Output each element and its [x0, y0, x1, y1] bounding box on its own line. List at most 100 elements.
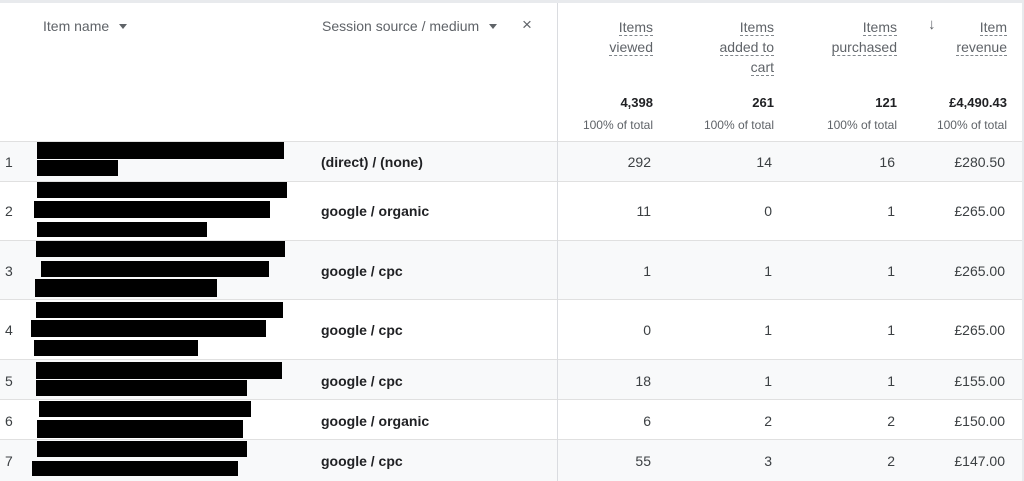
dimension-header-item-name-label: Item name — [43, 18, 110, 34]
session-source-cell: google / organic — [321, 203, 430, 219]
table-row[interactable]: 2 google / organic 11 0 1 £265.00 — [0, 181, 1022, 241]
redacted-item-name — [36, 302, 283, 318]
row-divider — [0, 439, 1024, 440]
session-source-cell: google / cpc — [321, 322, 403, 338]
redacted-item-name — [39, 401, 251, 417]
redacted-item-name — [37, 222, 207, 237]
table-row[interactable]: 6 google / organic 6 2 2 £150.00 — [0, 400, 1022, 440]
cell-items-viewed: 55 — [635, 453, 651, 469]
dimension-header-session-source[interactable]: Session source / medium — [322, 18, 498, 34]
cell-items-purchased: 1 — [887, 373, 895, 389]
sort-descending-arrow-icon[interactable]: ↓ — [928, 16, 936, 33]
metric-header-label-line: cart — [750, 59, 774, 76]
row-divider — [0, 399, 1024, 400]
dimension-metric-divider — [557, 3, 558, 481]
row-divider — [0, 141, 1024, 142]
redacted-item-name — [35, 279, 217, 297]
cell-items-purchased: 16 — [879, 154, 895, 170]
cell-item-revenue: £265.00 — [954, 203, 1005, 219]
table-row[interactable]: 1 (direct) / (none) 292 14 16 £280.50 — [0, 142, 1022, 181]
cell-items-purchased: 1 — [887, 203, 895, 219]
cell-item-revenue: £150.00 — [954, 413, 1005, 429]
metric-header-items-purchased[interactable]: Items purchased — [831, 17, 897, 57]
metric-header-items-added-to-cart[interactable]: Items added to cart — [719, 17, 774, 77]
cell-items-viewed: 18 — [635, 373, 651, 389]
row-number: 6 — [5, 413, 13, 429]
metric-header-item-revenue[interactable]: Item revenue — [956, 17, 1007, 57]
redacted-item-name — [37, 420, 243, 438]
redacted-item-name — [37, 142, 284, 159]
session-source-cell: google / organic — [321, 413, 430, 429]
row-divider — [0, 359, 1024, 360]
metric-header-label-line: added to — [719, 39, 774, 56]
metric-header-label-line: purchased — [831, 39, 897, 56]
redacted-item-name — [32, 461, 238, 476]
cell-items-purchased: 2 — [887, 413, 895, 429]
row-number: 4 — [5, 322, 13, 338]
total-item-revenue: £4,490.43 — [949, 95, 1007, 110]
cell-item-revenue: £155.00 — [954, 373, 1005, 389]
cell-items-viewed: 1 — [643, 263, 651, 279]
session-source-cell: google / cpc — [321, 373, 403, 389]
total-percent-label: 100% of total — [582, 118, 653, 132]
total-percent-label: 100% of total — [826, 118, 897, 132]
metric-header-items-viewed[interactable]: Items viewed — [609, 17, 653, 57]
redacted-item-name — [36, 380, 247, 396]
session-source-cell: google / cpc — [321, 453, 403, 469]
remove-dimension-close-icon[interactable]: × — [522, 16, 532, 33]
cell-items-added-to-cart: 1 — [764, 322, 772, 338]
cell-items-viewed: 292 — [627, 154, 651, 170]
redacted-item-name — [37, 441, 247, 457]
dropdown-caret-icon[interactable] — [489, 23, 498, 29]
row-number: 2 — [5, 203, 13, 219]
redacted-item-name — [36, 241, 285, 257]
metric-header-label-line: revenue — [956, 39, 1007, 56]
cell-item-revenue: £265.00 — [954, 322, 1005, 338]
cell-items-added-to-cart: 3 — [764, 453, 772, 469]
cell-item-revenue: £280.50 — [954, 154, 1005, 170]
metric-header-label-line: Items — [618, 19, 653, 36]
cell-items-purchased: 2 — [887, 453, 895, 469]
table-row[interactable]: 4 google / cpc 0 1 1 £265.00 — [0, 300, 1022, 360]
row-divider — [0, 240, 1024, 241]
metric-header-label-line: Item — [979, 19, 1007, 36]
redacted-item-name — [37, 160, 118, 176]
cell-items-viewed: 11 — [636, 203, 651, 219]
cell-items-added-to-cart: 0 — [764, 203, 772, 219]
redacted-item-name — [31, 320, 266, 337]
cell-items-added-to-cart: 2 — [764, 413, 772, 429]
cell-item-revenue: £265.00 — [954, 263, 1005, 279]
row-number: 1 — [5, 154, 13, 170]
row-divider — [0, 299, 1024, 300]
redacted-item-name — [34, 201, 270, 218]
dropdown-caret-icon[interactable] — [119, 23, 128, 29]
cell-items-viewed: 0 — [643, 322, 651, 338]
session-source-cell: (direct) / (none) — [321, 154, 423, 170]
table-row[interactable]: 5 google / cpc 18 1 1 £155.00 — [0, 360, 1022, 400]
dimension-header-session-source-label: Session source / medium — [322, 18, 480, 34]
total-items-viewed: 4,398 — [620, 95, 653, 110]
row-divider — [0, 181, 1024, 182]
session-source-cell: google / cpc — [321, 263, 403, 279]
table-top-border — [0, 0, 1024, 3]
table-row[interactable]: 7 google / cpc 55 3 2 £147.00 — [0, 440, 1022, 481]
cell-items-purchased: 1 — [887, 263, 895, 279]
cell-items-purchased: 1 — [887, 322, 895, 338]
cell-item-revenue: £147.00 — [954, 453, 1005, 469]
redacted-item-name — [37, 181, 287, 198]
redacted-item-name — [36, 362, 282, 379]
cell-items-added-to-cart: 1 — [764, 263, 772, 279]
table-row[interactable]: 3 google / cpc 1 1 1 £265.00 — [0, 241, 1022, 300]
row-number: 3 — [5, 263, 13, 279]
total-percent-label: 100% of total — [936, 118, 1007, 132]
metric-header-label-line: Items — [862, 19, 897, 36]
cell-items-viewed: 6 — [643, 413, 651, 429]
cell-items-added-to-cart: 14 — [756, 154, 772, 170]
redacted-item-name — [34, 340, 198, 356]
dimension-header-item-name[interactable]: Item name — [43, 18, 128, 34]
total-percent-label: 100% of total — [703, 118, 774, 132]
metric-header-label-line: viewed — [609, 39, 653, 56]
metric-header-label-line: Items — [739, 19, 774, 36]
row-number: 7 — [5, 453, 13, 469]
cell-items-added-to-cart: 1 — [764, 373, 772, 389]
